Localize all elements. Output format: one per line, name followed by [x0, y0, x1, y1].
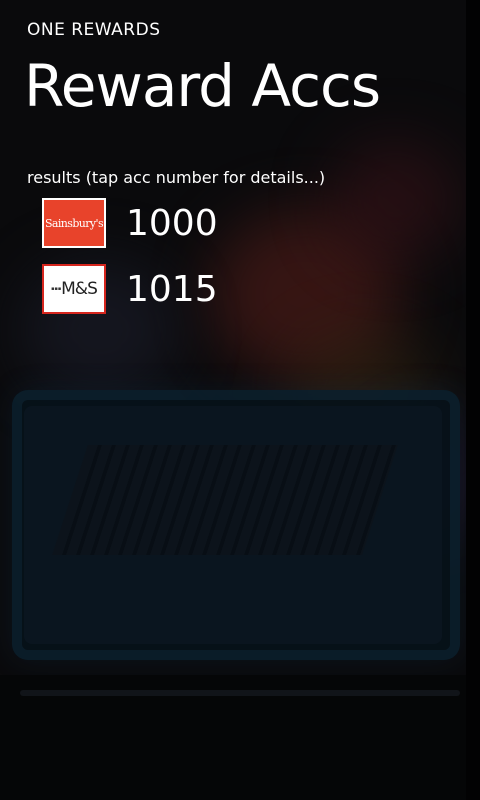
account-number[interactable]: 1015 [126, 269, 218, 310]
page-title: Reward Accs [24, 52, 381, 120]
ms-logo: ▪▪▪ M&S [42, 264, 106, 314]
sainsburys-logo-text: Sainsbury's [44, 216, 104, 230]
ms-logo-mark: ▪▪▪ [51, 285, 62, 292]
account-number[interactable]: 1000 [126, 203, 218, 244]
app-screen: ONE REWARDS Reward Accs results (tap acc… [0, 0, 480, 800]
account-item-sainsburys[interactable]: Sainsbury's 1000 [42, 196, 218, 250]
sainsburys-logo: Sainsbury's [42, 198, 106, 248]
background-photo [0, 0, 480, 800]
account-list: Sainsbury's 1000 ▪▪▪ M&S 1015 [42, 196, 218, 328]
app-title: ONE REWARDS [27, 20, 161, 40]
results-label: results (tap acc number for details...) [27, 168, 326, 187]
account-item-ms[interactable]: ▪▪▪ M&S 1015 [42, 262, 218, 316]
ms-logo-text: M&S [61, 279, 98, 299]
